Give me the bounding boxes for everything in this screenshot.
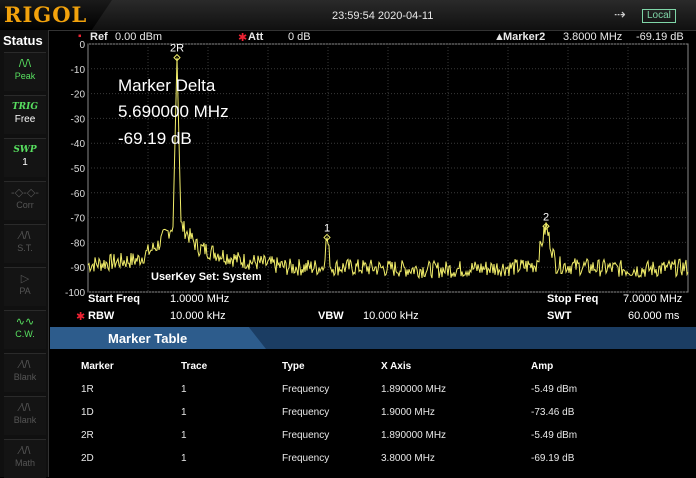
y-tick-label: -80 <box>71 238 86 249</box>
usb-icon: ⇢ <box>614 6 626 22</box>
start-freq-value[interactable]: 1.0000 MHz <box>170 293 229 305</box>
corr-button[interactable]: -◇-◇- Corr <box>4 181 46 220</box>
vbw-value[interactable]: 10.000 kHz <box>363 310 419 322</box>
row-type: Frequency <box>282 430 330 441</box>
rbw-star: ✱ <box>76 311 86 323</box>
st-icon: ⁄\/\ <box>19 230 31 242</box>
row-marker: 1R <box>81 384 94 395</box>
row-xaxis: 3.8000 MHz <box>381 453 435 464</box>
marker-delta-amp: -69.19 dB <box>118 129 192 148</box>
y-tick-label: -90 <box>71 263 86 274</box>
spectrum-svg: 0 -10 -20 -30 -40 -50 -60 -70 -80 -90 -100 2R 1 2 Mark… <box>65 40 689 299</box>
marker-delta-title: Marker Delta <box>118 76 216 95</box>
pa-button[interactable]: ▷ PA <box>4 267 46 306</box>
row-marker: 2D <box>81 453 94 464</box>
rigol-logo: RIGOL <box>4 2 88 27</box>
cw-button[interactable]: ∿∿ C.W. <box>4 310 46 349</box>
row-amp: -69.19 dB <box>531 453 575 464</box>
peak-button[interactable]: /\/\ Peak <box>4 52 46 91</box>
userkey-text: UserKey Set: System <box>151 271 262 283</box>
row-amp: -73.46 dB <box>531 407 575 418</box>
row-amp: -5.49 dBm <box>531 384 578 395</box>
rbw-label: RBW <box>88 310 115 322</box>
swt-value[interactable]: 60.000 ms <box>628 310 679 322</box>
row-type: Frequency <box>282 407 330 418</box>
stop-freq-label: Stop Freq <box>547 293 599 305</box>
marker-table <box>50 349 696 477</box>
swt-label: SWT <box>547 310 572 322</box>
vbw-label: VBW <box>318 310 344 322</box>
blank-button-2[interactable]: ⁄\/\ Blank <box>4 396 46 435</box>
row-trace: 1 <box>181 407 187 418</box>
y-tick-label: -50 <box>71 164 86 175</box>
blank-icon: ⁄\/\ <box>19 402 31 414</box>
top-bar: RIGOL 23:59:54 2020-04-11 ⇢ Local <box>0 0 696 31</box>
row-amp: -5.49 dBm <box>531 430 578 441</box>
peak-icon: /\/\ <box>18 58 32 70</box>
row-marker: 1D <box>81 407 94 418</box>
status-sidebar: Status /\/\ Peak TRIG Free SWP 1 -◇-◇- C… <box>0 30 49 478</box>
cw-icon: ∿∿ <box>15 316 35 328</box>
row-trace: 1 <box>181 430 187 441</box>
row-trace: 1 <box>181 453 187 464</box>
row-xaxis: 1.890000 MHz <box>381 384 447 395</box>
row-type: Frequency <box>282 384 330 395</box>
col-trace: Trace <box>181 361 208 372</box>
row-trace: 1 <box>181 384 187 395</box>
math-icon: ⁄\/\ <box>19 445 31 457</box>
math-button[interactable]: ⁄\/\ Math <box>4 439 46 478</box>
col-marker: Marker <box>81 361 114 372</box>
y-tick-label: -60 <box>71 189 86 200</box>
y-tick-label: -40 <box>71 139 86 150</box>
status-title: Status <box>3 33 43 48</box>
marker-label: 2R <box>170 43 184 55</box>
col-xaxis: X Axis <box>381 361 412 372</box>
trigger-button[interactable]: TRIG Free <box>4 95 46 134</box>
blank-button-1[interactable]: ⁄\/\ Blank <box>4 353 46 392</box>
blank-icon: ⁄\/\ <box>19 359 31 371</box>
row-marker: 2R <box>81 430 94 441</box>
date-time: 23:59:54 2020-04-11 <box>332 10 434 22</box>
st-button[interactable]: ⁄\/\ S.T. <box>4 224 46 263</box>
marker-table-title: Marker Table <box>108 331 188 346</box>
row-type: Frequency <box>282 453 330 464</box>
swp-icon: SWP <box>13 145 37 155</box>
rbw-value[interactable]: 10.000 kHz <box>170 310 226 322</box>
y-tick-label: -100 <box>65 288 85 299</box>
local-mode-badge[interactable]: Local <box>642 9 676 23</box>
y-tick-label: -20 <box>71 90 86 101</box>
y-tick-label: -10 <box>71 65 86 76</box>
trig-icon: TRIG <box>11 102 39 112</box>
marker-label: 2 <box>543 211 549 223</box>
sweep-button[interactable]: SWP 1 <box>4 138 46 177</box>
col-amp: Amp <box>531 361 554 372</box>
start-freq-label: Start Freq <box>88 293 140 305</box>
y-tick-label: 0 <box>79 40 85 51</box>
spectrum-plot[interactable]: 0 -10 -20 -30 -40 -50 -60 -70 -80 -90 -100 2R 1 2 Mark… <box>50 30 696 326</box>
pa-icon: ▷ <box>20 273 30 285</box>
row-xaxis: 1.890000 MHz <box>381 430 447 441</box>
row-xaxis: 1.9000 MHz <box>381 407 435 418</box>
stop-freq-value[interactable]: 7.0000 MHz <box>623 293 682 305</box>
y-tick-label: -70 <box>71 214 86 225</box>
corr-icon: -◇-◇- <box>11 187 39 199</box>
marker-label: 1 <box>324 222 330 234</box>
col-type: Type <box>282 361 305 372</box>
marker-delta-freq: 5.690000 MHz <box>118 102 229 121</box>
y-tick-label: -30 <box>71 114 86 125</box>
